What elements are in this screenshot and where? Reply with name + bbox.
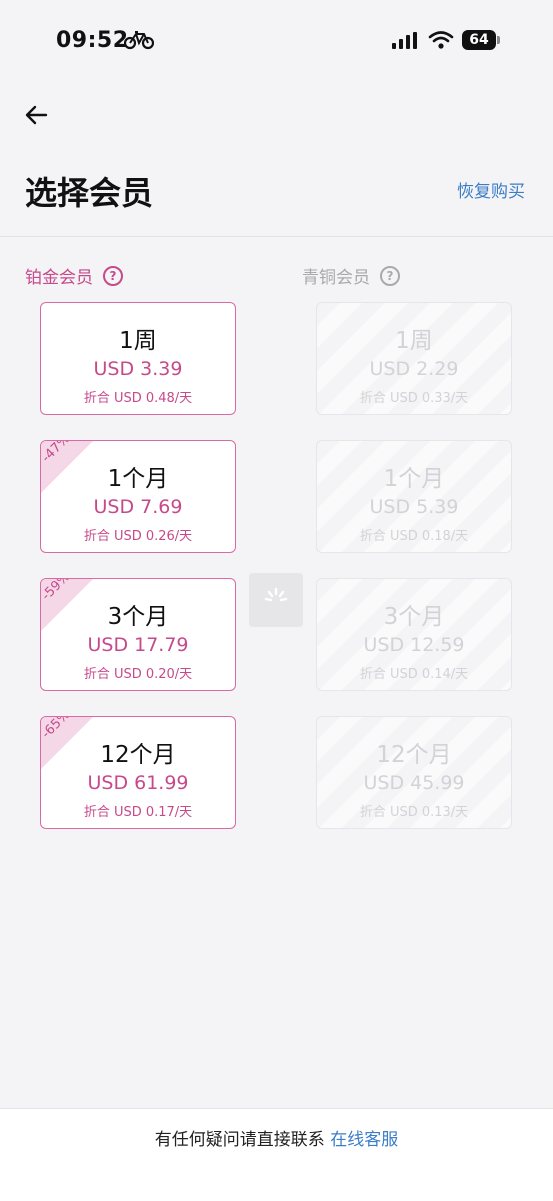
- tier-label-bronze: 青铜会员 ?: [302, 263, 400, 288]
- help-icon[interactable]: ?: [380, 265, 400, 286]
- plan-per-day: 折合 USD 0.48/天: [83, 391, 193, 406]
- plan-card-gold-1w[interactable]: 1周 USD 3.39 折合 USD 0.48/天: [40, 302, 236, 415]
- plan-period: 1周: [395, 328, 433, 354]
- tier-label-gold: 铂金会员 ?: [25, 263, 123, 288]
- plan-card-gold-1m[interactable]: -47% 1个月 USD 7.69 折合 USD 0.26/天: [40, 440, 236, 553]
- footer-contact: 有任何疑问请直接联系 在线客服: [0, 1125, 553, 1150]
- customer-service-link[interactable]: 在线客服: [330, 1130, 398, 1150]
- footer: 有任何疑问请直接联系 在线客服: [0, 1108, 553, 1201]
- plan-per-day: 折合 USD 0.13/天: [359, 805, 469, 820]
- plan-per-day: 折合 USD 0.20/天: [83, 667, 193, 682]
- tier-bronze-label: 青铜会员: [302, 268, 370, 288]
- footer-text: 有任何疑问请直接联系: [154, 1130, 325, 1150]
- restore-purchase-link[interactable]: 恢复购买: [457, 177, 525, 202]
- status-bar: 09:52 64: [0, 0, 553, 84]
- plan-per-day: 折合 USD 0.26/天: [83, 529, 193, 544]
- loading-indicator: [249, 573, 303, 627]
- plan-card-bronze-3m: 3个月 USD 12.59 折合 USD 0.14/天: [316, 578, 512, 691]
- plan-card-bronze-12m: 12个月 USD 45.99 折合 USD 0.13/天: [316, 716, 512, 829]
- plan-card-gold-3m[interactable]: -59% 3个月 USD 17.79 折合 USD 0.20/天: [40, 578, 236, 691]
- plan-price: USD 45.99: [363, 772, 465, 794]
- plan-period: 12个月: [100, 742, 176, 768]
- plan-card-gold-12m[interactable]: -65% 12个月 USD 61.99 折合 USD 0.17/天: [40, 716, 236, 829]
- plan-period: 3个月: [107, 604, 169, 630]
- signal-icon: [392, 32, 420, 54]
- battery-icon: 64: [462, 30, 496, 50]
- plan-period: 12个月: [376, 742, 452, 768]
- back-button[interactable]: [22, 100, 52, 130]
- tier-gold-label: 铂金会员: [25, 268, 93, 288]
- wifi-icon: [428, 30, 454, 54]
- plan-per-day: 折合 USD 0.14/天: [359, 667, 469, 682]
- plan-period: 1个月: [383, 466, 445, 492]
- plan-price: USD 2.29: [369, 358, 459, 380]
- status-time: 09:52: [56, 28, 129, 53]
- plan-price: USD 5.39: [369, 496, 459, 518]
- plan-per-day: 折合 USD 0.17/天: [83, 805, 193, 820]
- plan-price: USD 12.59: [363, 634, 465, 656]
- bicycle-icon: [123, 30, 155, 54]
- plan-card-bronze-1m: 1个月 USD 5.39 折合 USD 0.18/天: [316, 440, 512, 553]
- plan-card-bronze-1w: 1周 USD 2.29 折合 USD 0.33/天: [316, 302, 512, 415]
- plan-price: USD 61.99: [87, 772, 189, 794]
- plan-price: USD 17.79: [87, 634, 189, 656]
- plan-price: USD 7.69: [93, 496, 183, 518]
- plan-period: 1周: [119, 328, 157, 354]
- plan-period: 1个月: [107, 466, 169, 492]
- plan-price: USD 3.39: [93, 358, 183, 380]
- header-divider: [0, 236, 553, 237]
- loading-spinner-icon: [264, 587, 288, 602]
- back-arrow-icon: [25, 105, 48, 125]
- page-title: 选择会员: [25, 174, 154, 212]
- battery-cap: [497, 36, 500, 44]
- plan-per-day: 折合 USD 0.33/天: [359, 391, 469, 406]
- plan-per-day: 折合 USD 0.18/天: [359, 529, 469, 544]
- plan-period: 3个月: [383, 604, 445, 630]
- help-icon[interactable]: ?: [103, 265, 123, 286]
